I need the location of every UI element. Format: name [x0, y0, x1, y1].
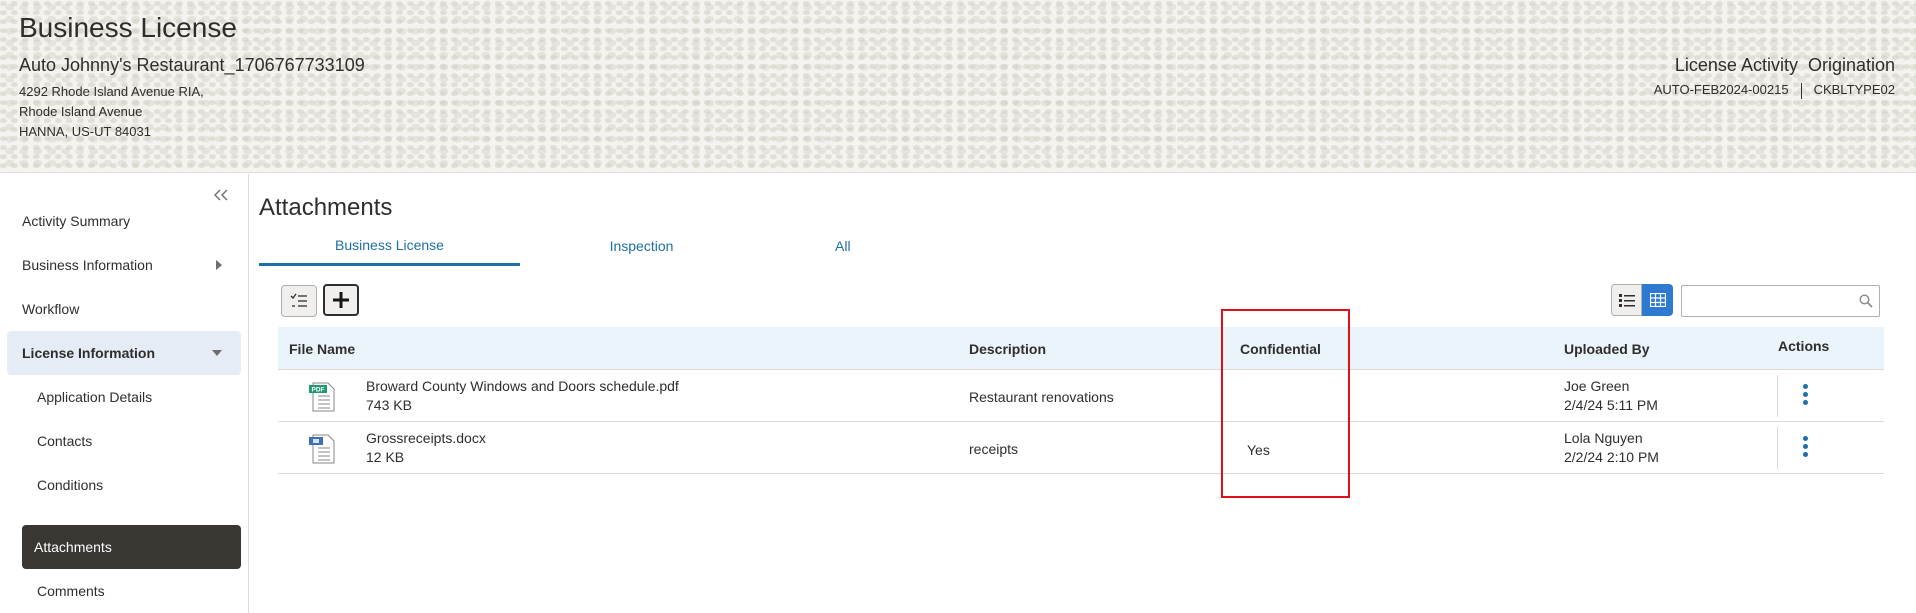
sidebar-item-label: Comments — [37, 583, 105, 599]
list-view-button[interactable] — [1611, 284, 1642, 316]
upload-date: 2/2/24 2:10 PM — [1564, 449, 1659, 465]
row-actions-menu-icon[interactable] — [1799, 384, 1811, 408]
file-name-cell: Broward County Windows and Doors schedul… — [366, 378, 679, 413]
sidebar-item-label: Conditions — [37, 477, 104, 493]
sidebar-item-business-information[interactable]: Business Information — [0, 243, 249, 287]
uploaded-by-cell: Lola Nguyen 2/2/24 2:10 PM — [1564, 430, 1659, 465]
address-line-2: Rhode Island Avenue — [19, 104, 143, 119]
sidebar-item-attachments[interactable]: Attachments — [22, 525, 241, 569]
activity-type: Origination — [1807, 55, 1895, 75]
caret-down-icon — [212, 350, 222, 356]
file-name-link[interactable]: Broward County Windows and Doors schedul… — [366, 378, 679, 394]
sidebar-item-label: Attachments — [34, 539, 112, 555]
word-file-icon — [309, 434, 335, 464]
upload-date: 2/4/24 5:11 PM — [1564, 397, 1658, 413]
caret-right-icon — [216, 260, 222, 270]
sidebar-item-label: Business Information — [22, 257, 153, 273]
search-icon[interactable] — [1859, 294, 1873, 308]
page-header: Business License Auto Johnny's Restauran… — [0, 0, 1916, 173]
attachments-table-header: File Name Description Confidential Uploa… — [278, 327, 1884, 370]
sidebar-item-label: Workflow — [22, 301, 80, 317]
confidential-cell: Yes — [1247, 442, 1270, 458]
column-header-actions: Actions — [1778, 337, 1830, 354]
sidebar-item-workflow[interactable]: Workflow — [0, 287, 249, 331]
sidebar-nav: Activity Summary Business Information Wo… — [0, 174, 249, 613]
column-header-file-name[interactable]: File Name — [289, 327, 355, 370]
search-input[interactable] — [1681, 285, 1880, 317]
section-title: Attachments — [259, 194, 393, 221]
sidebar-item-comments[interactable]: Comments — [0, 569, 249, 613]
divider — [1800, 82, 1802, 99]
list-view-icon — [1618, 294, 1635, 307]
sidebar-item-label: License Information — [22, 345, 156, 361]
table-view-button[interactable] — [1642, 284, 1673, 316]
file-name-link[interactable]: Grossreceipts.docx — [366, 430, 486, 446]
sidebar-item-license-information[interactable]: License Information — [7, 331, 241, 375]
sidebar-item-label: Contacts — [37, 433, 93, 449]
table-row[interactable]: PDF Broward County Windows and Doors sch… — [278, 370, 1884, 422]
sidebar-item-contacts[interactable]: Contacts — [0, 419, 249, 463]
divider — [1777, 375, 1778, 417]
activity-label: License Activity — [1674, 55, 1798, 75]
uploaded-by-cell: Joe Green 2/4/24 5:11 PM — [1564, 378, 1658, 413]
business-name: Auto Johnny's Restaurant_1706767733109 — [19, 55, 365, 75]
pdf-file-icon: PDF — [309, 382, 335, 412]
column-header-uploaded-by[interactable]: Uploaded By — [1564, 327, 1650, 370]
divider — [1777, 427, 1778, 469]
address-line-1: 4292 Rhode Island Avenue RIA, — [19, 84, 204, 99]
license-type: CKBLTYPE02 — [1813, 82, 1895, 97]
sidebar-item-activity-summary[interactable]: Activity Summary — [0, 199, 249, 243]
page-title: Business License — [19, 12, 237, 43]
tab-business-license[interactable]: Business License — [259, 226, 520, 266]
business-address: 4292 Rhode Island Avenue RIA, Rhode Isla… — [19, 82, 204, 142]
uploader-name: Joe Green — [1564, 378, 1630, 394]
tab-all[interactable]: All — [763, 226, 859, 266]
sidebar-item-application-details[interactable]: Application Details — [0, 375, 249, 419]
address-line-3: HANNA, US-UT 84031 — [19, 124, 151, 139]
select-items-button[interactable] — [281, 285, 317, 317]
table-row[interactable]: Grossreceipts.docx 12 KB receipts Yes Lo… — [278, 422, 1884, 474]
file-size: 743 KB — [366, 397, 412, 413]
sidebar-item-conditions[interactable]: Conditions — [0, 463, 249, 507]
description-cell: Restaurant renovations — [969, 389, 1114, 405]
attachment-tabs: Business License Inspection All — [259, 226, 859, 266]
checklist-icon — [290, 293, 307, 307]
file-name-cell: Grossreceipts.docx 12 KB — [366, 430, 486, 465]
sidebar-item-label: Application Details — [37, 389, 153, 405]
description-cell: receipts — [969, 441, 1019, 457]
row-actions-menu-icon[interactable] — [1799, 436, 1811, 460]
grid-view-icon — [1649, 293, 1666, 307]
svg-text:PDF: PDF — [312, 387, 325, 394]
sidebar-item-label: Activity Summary — [22, 213, 131, 229]
record-id: AUTO-FEB2024-00215 — [1653, 82, 1789, 97]
uploader-name: Lola Nguyen — [1564, 430, 1643, 446]
add-attachment-button[interactable] — [323, 284, 359, 316]
plus-icon — [333, 292, 349, 308]
file-size: 12 KB — [366, 449, 405, 465]
column-header-confidential[interactable]: Confidential — [1240, 327, 1321, 370]
license-activity-info: License Activity Origination AUTO-FEB2024… — [1654, 55, 1895, 99]
tab-inspection[interactable]: Inspection — [520, 226, 763, 266]
column-header-description[interactable]: Description — [969, 327, 1046, 370]
